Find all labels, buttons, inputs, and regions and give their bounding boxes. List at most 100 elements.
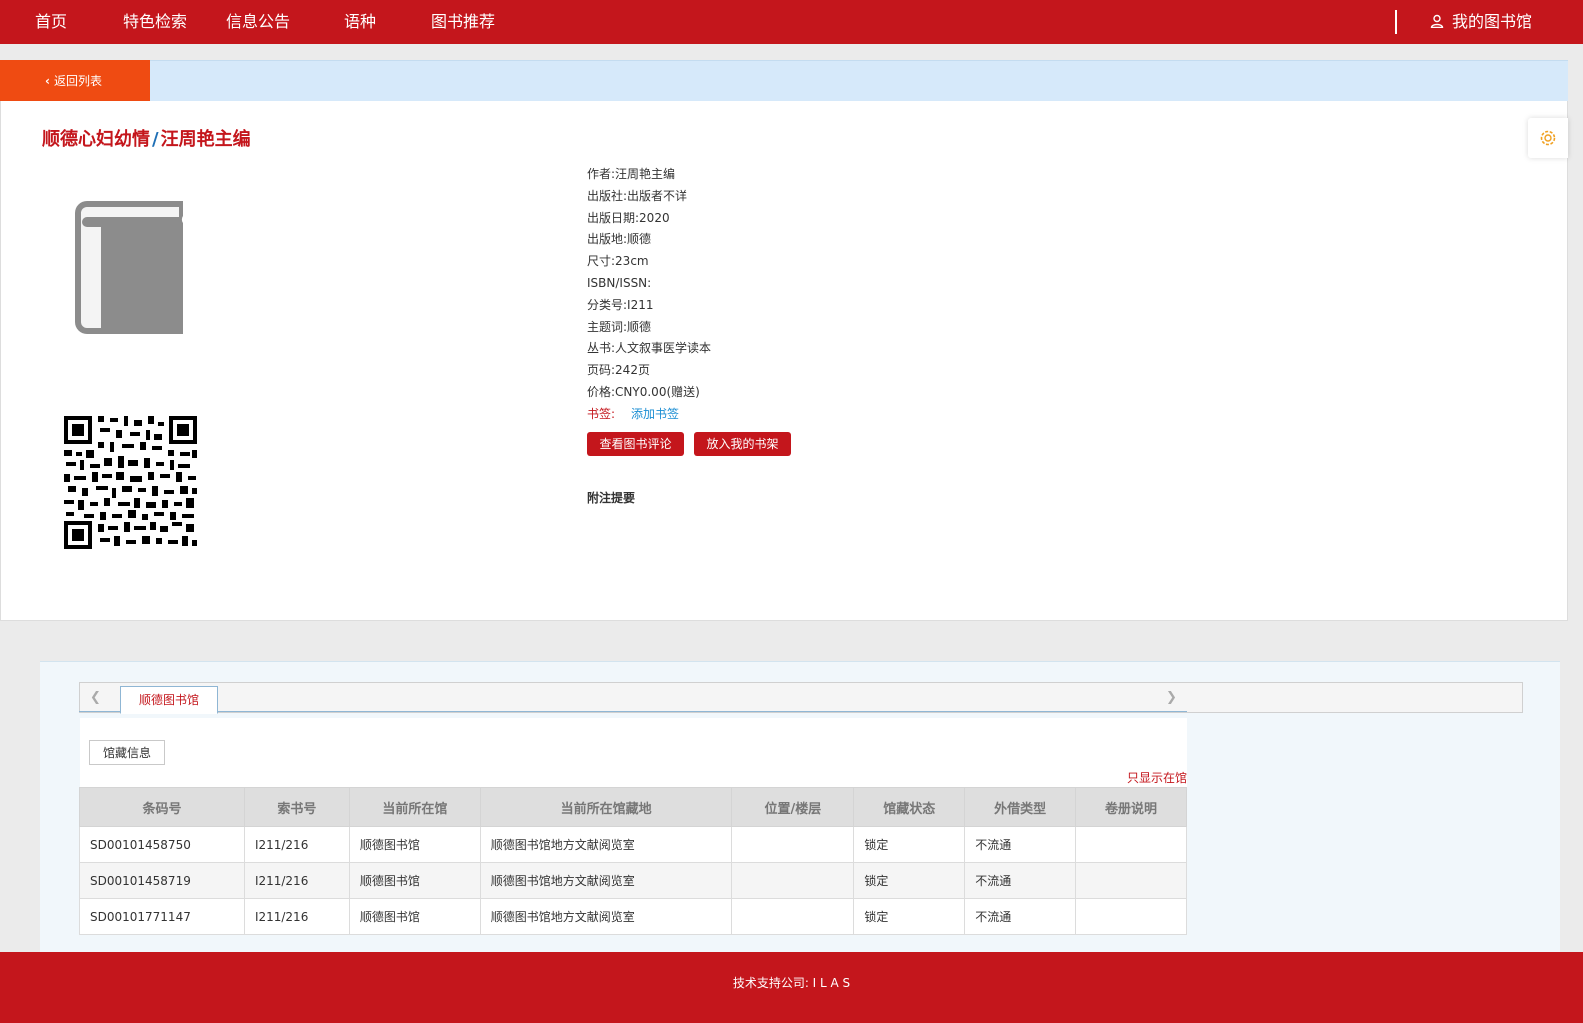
library-tab-bar <box>79 682 1523 713</box>
library-tab-divider <box>79 711 1187 712</box>
book-responsibility: 汪周艳主编 <box>160 129 251 150</box>
loan-type-cell: 不流通 <box>964 898 1077 935</box>
field-value: 出版者不详 <box>627 188 688 203</box>
field-label: 出版日期: <box>587 210 640 225</box>
chevron-left-icon: ‹ <box>45 74 50 88</box>
field-value: CNY0.00(赠送) <box>615 384 700 399</box>
loan-type-cell: 不流通 <box>964 826 1077 863</box>
field-value: 242页 <box>615 363 650 378</box>
book-cover-icon <box>75 201 183 334</box>
call-number-cell: I211/216 <box>243 862 350 899</box>
tab-scroll-right-icon[interactable]: ❯ <box>1166 690 1177 705</box>
sub-tab-divider <box>89 764 165 765</box>
field-label: 分类号: <box>587 297 628 312</box>
field-value: 顺德 <box>627 232 652 247</box>
field-label: 出版社: <box>587 188 628 203</box>
status-cell: 锁定 <box>853 898 966 935</box>
field-value: 顺德 <box>627 319 652 334</box>
loan-type-cell: 不流通 <box>964 862 1077 899</box>
field-label: 页码: <box>587 363 616 378</box>
field-label: 价格: <box>587 384 616 399</box>
field-price: 价格:CNY0.00(赠送) <box>587 382 711 404</box>
field-isbn: ISBN/ISSN: <box>587 273 711 295</box>
column-header: 馆藏状态 <box>853 787 966 827</box>
status-cell: 锁定 <box>853 862 966 899</box>
column-header: 当前所在馆 <box>348 787 481 827</box>
field-pub-place: 出版地:顺德 <box>587 229 711 251</box>
table-row: SD00101771147 I211/216 顺德图书馆 顺德图书馆地方文献阅览… <box>79 898 1187 935</box>
table-row: SD00101458750 I211/216 顺德图书馆 顺德图书馆地方文献阅览… <box>79 826 1187 863</box>
user-icon <box>1430 14 1444 28</box>
field-label: 作者: <box>587 167 616 181</box>
table-header-row: 条码号 索书号 当前所在馆 当前所在馆藏地 位置/楼层 馆藏状态 外借类型 卷册… <box>79 787 1187 827</box>
notes-heading: 附注提要 <box>587 491 636 505</box>
location-cell: 顺德图书馆地方文献阅览室 <box>479 826 733 863</box>
column-header: 位置/楼层 <box>731 787 855 827</box>
field-size: 尺寸:23cm <box>587 251 711 273</box>
tab-scroll-left-icon[interactable]: ❮ <box>90 690 101 705</box>
barcode-cell: SD00101458750 <box>79 826 245 863</box>
field-value: 2020 <box>639 210 670 225</box>
field-bookmark: 书签: 添加书签 <box>587 404 711 426</box>
call-number-cell: I211/216 <box>243 826 350 863</box>
back-bar: ‹ 返回列表 <box>0 60 1568 102</box>
field-author: 作者:汪周艳主编 <box>587 164 711 186</box>
back-to-list-label: 返回列表 <box>53 74 102 88</box>
volume-note-cell <box>1075 862 1187 899</box>
view-reviews-button[interactable]: 查看图书评论 <box>587 432 684 456</box>
back-to-list-button[interactable]: ‹ 返回列表 <box>0 60 150 102</box>
location-cell: 顺德图书馆地方文献阅览室 <box>479 862 733 899</box>
field-label: 尺寸: <box>587 254 616 269</box>
location-cell: 顺德图书馆地方文献阅览室 <box>479 898 733 935</box>
add-bookmark-link[interactable]: 添加书签 <box>631 407 679 421</box>
top-nav: 首页 特色检索 信息公告 语种 图书推荐 我的图书馆 <box>0 0 1583 44</box>
field-value: 汪周艳主编 <box>615 167 676 181</box>
column-header: 索书号 <box>243 787 350 827</box>
column-header: 条码号 <box>79 787 245 827</box>
tab-shunde-library[interactable]: 顺德图书馆 <box>120 686 218 714</box>
field-pub-date: 出版日期:2020 <box>587 208 711 230</box>
only-available-filter[interactable]: 只显示在馆 <box>1127 769 1187 786</box>
my-library-label: 我的图书馆 <box>1452 12 1533 31</box>
volume-note-cell <box>1075 826 1187 863</box>
book-metadata: 作者:汪周艳主编 出版社:出版者不详 出版日期:2020 出版地:顺德 尺寸:2… <box>587 164 711 426</box>
table-row: SD00101458719 I211/216 顺德图书馆 顺德图书馆地方文献阅览… <box>79 862 1187 899</box>
bookmark-label: 书签: <box>587 406 616 421</box>
volume-note-cell <box>1075 898 1187 935</box>
field-publisher: 出版社:出版者不详 <box>587 186 711 208</box>
column-header: 当前所在馆藏地 <box>479 787 733 827</box>
nav-recommendations[interactable]: 图书推荐 <box>431 0 495 44</box>
nav-special-search[interactable]: 特色检索 <box>123 0 187 44</box>
tab-holdings-info[interactable]: 馆藏信息 <box>89 740 165 765</box>
field-value: I211 <box>627 297 654 312</box>
field-value: 人文叙事医学读本 <box>615 341 712 356</box>
my-library-link[interactable]: 我的图书馆 <box>1430 0 1532 44</box>
field-classification: 分类号:I211 <box>587 295 711 317</box>
field-label: 丛书: <box>587 341 616 356</box>
field-label: ISBN/ISSN: <box>587 275 652 290</box>
field-label: 出版地: <box>587 232 628 247</box>
title-slash: / <box>152 129 159 150</box>
nav-announcements[interactable]: 信息公告 <box>226 0 290 44</box>
floor-cell <box>731 826 855 863</box>
barcode-cell: SD00101458719 <box>79 862 245 899</box>
gear-icon <box>1540 130 1556 146</box>
library-cell: 顺德图书馆 <box>348 898 481 935</box>
footer-credit: 技术支持公司: I L A S <box>732 976 851 990</box>
book-title: 顺德心妇幼情 / 汪周艳主编 <box>42 125 251 151</box>
settings-float-button[interactable] <box>1528 118 1568 158</box>
column-header: 外借类型 <box>964 787 1077 827</box>
floor-cell <box>731 898 855 935</box>
add-to-shelf-button[interactable]: 放入我的书架 <box>694 432 791 456</box>
field-value: 23cm <box>615 254 649 269</box>
nav-divider <box>1395 10 1397 34</box>
nav-languages[interactable]: 语种 <box>344 0 376 44</box>
floor-cell <box>731 862 855 899</box>
footer: 技术支持公司: I L A S <box>0 952 1583 1023</box>
book-title-main: 顺德心妇幼情 <box>42 129 150 150</box>
library-cell: 顺德图书馆 <box>348 862 481 899</box>
nav-home[interactable]: 首页 <box>35 0 67 44</box>
call-number-cell: I211/216 <box>243 898 350 935</box>
field-series: 丛书:人文叙事医学读本 <box>587 338 711 360</box>
status-cell: 锁定 <box>853 826 966 863</box>
